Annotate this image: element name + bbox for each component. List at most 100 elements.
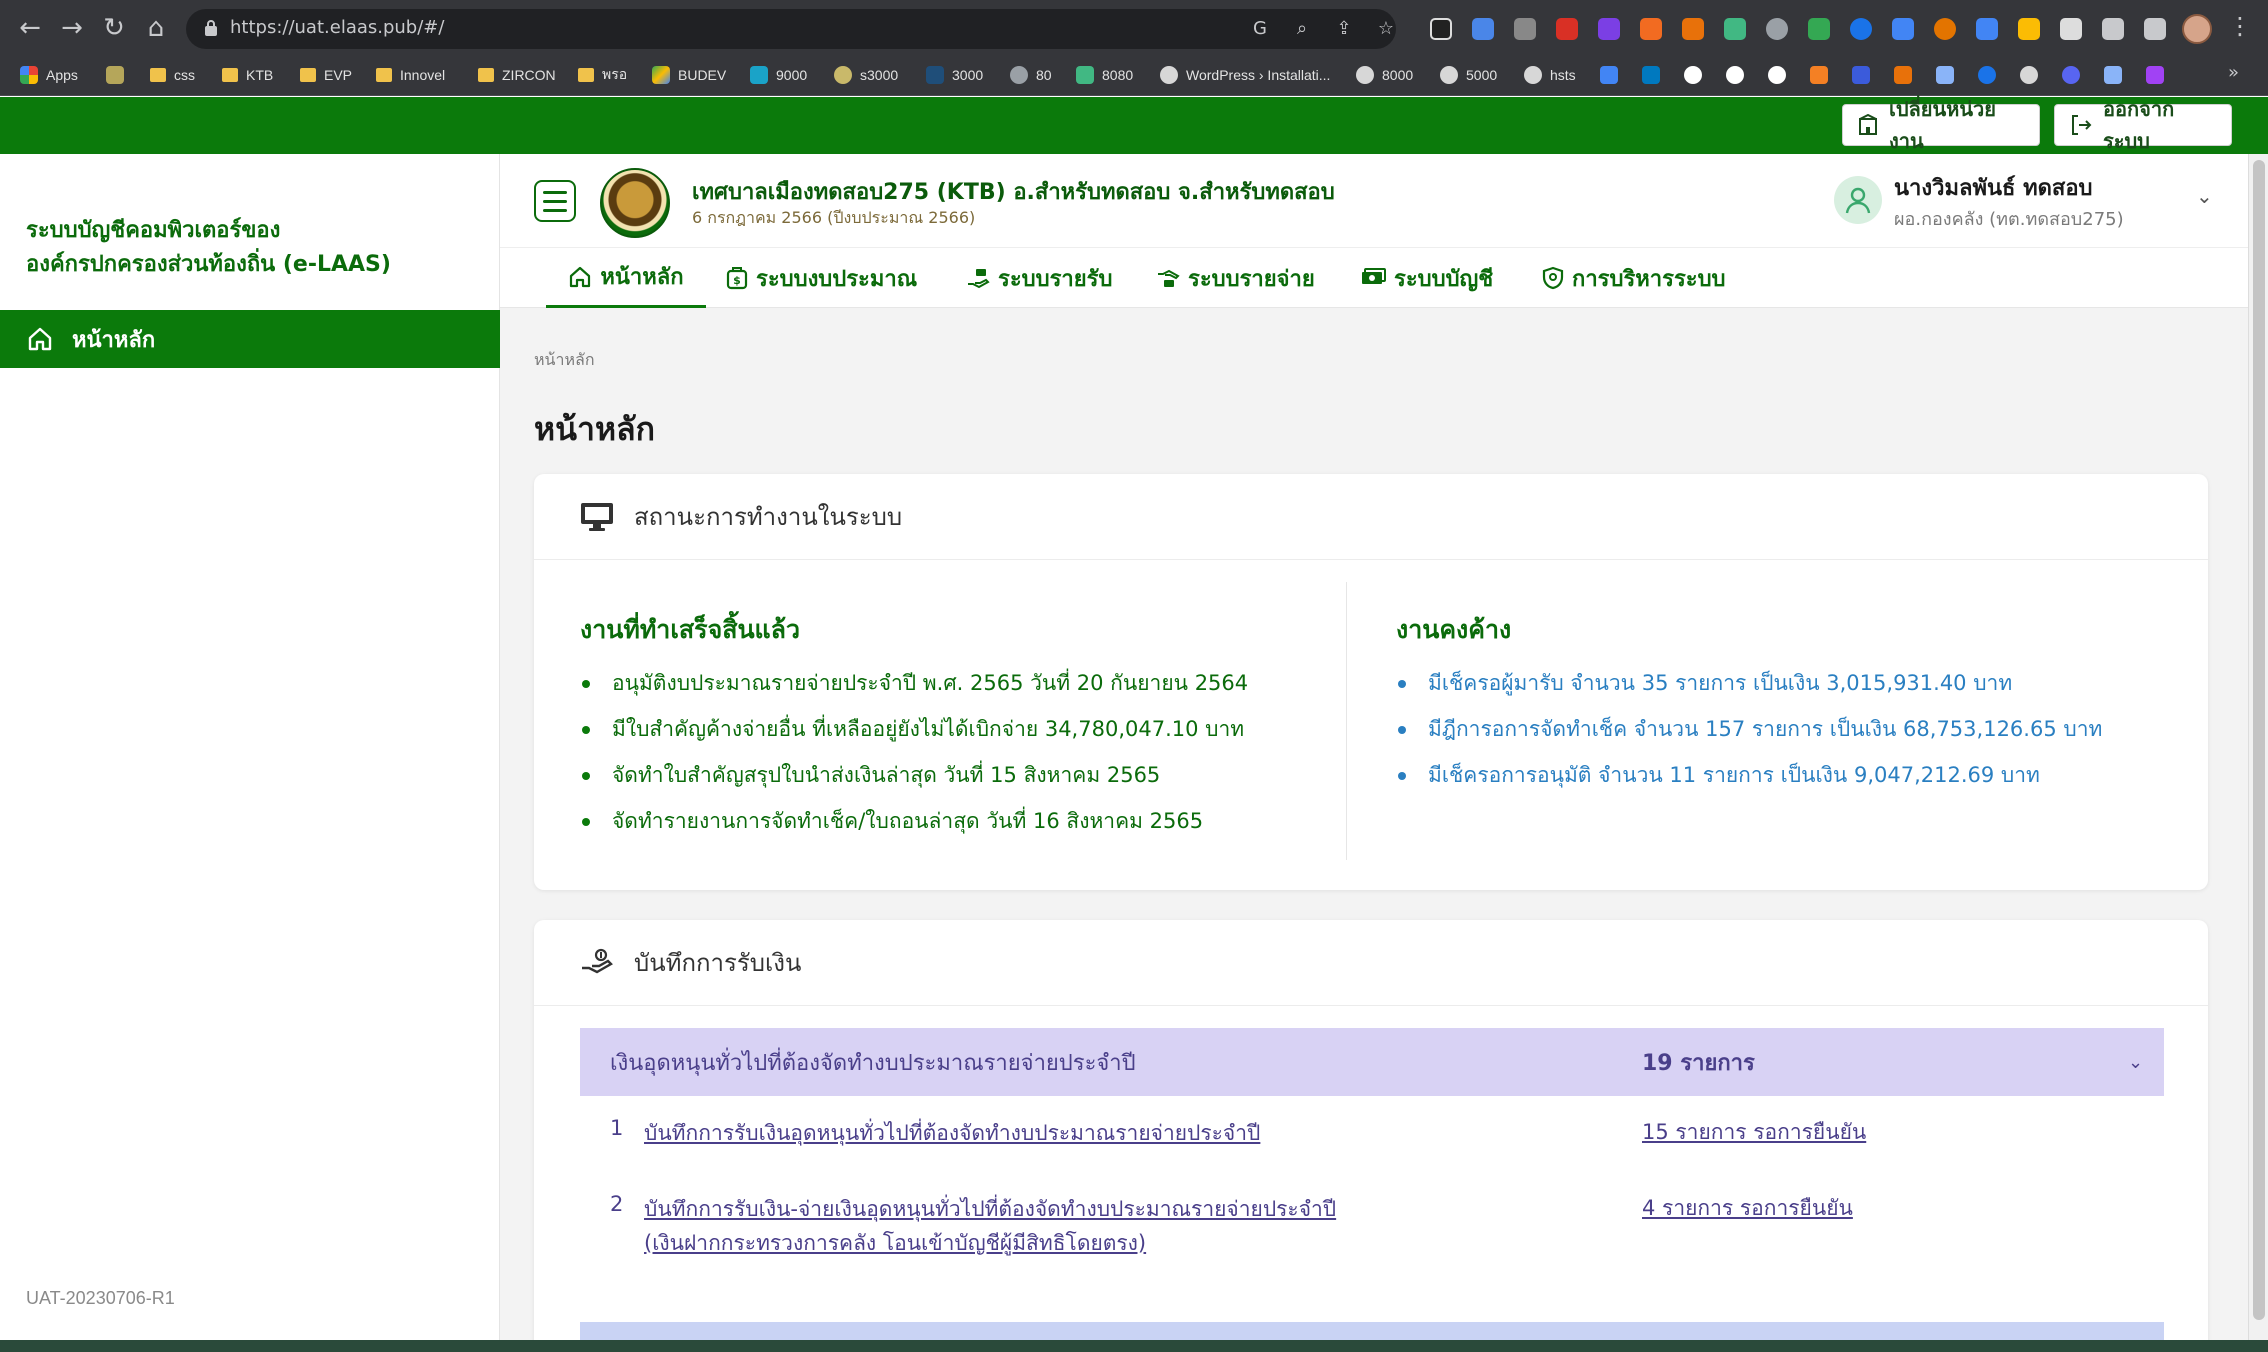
discord-icon[interactable] [2062,66,2080,84]
status-card: สถานะการทำงานในระบบ งานที่ทำเสร็จสิ้นแล้… [534,474,2208,890]
bookmark-css[interactable]: css [150,62,195,88]
bookmark-8080[interactable]: 8080 [1076,62,1133,88]
pending-count-link[interactable]: 15 รายการ รอการยืนยัน [1642,1116,1866,1149]
receipt-card-title: บันทึกการรับเงิน [634,949,802,977]
d-extension-icon[interactable] [1850,18,1872,40]
chevron-down-icon[interactable]: ⌄ [2196,184,2213,208]
tab-expense[interactable]: ระบบรายจ่าย [1156,248,1315,308]
bookmark-s3000[interactable]: s3000 [834,62,898,88]
vue-icon [1076,66,1094,84]
receipt-group-header-next[interactable] [580,1322,2164,1340]
stack-icon[interactable] [1810,66,1828,84]
shield-extension-icon[interactable] [1808,18,1830,40]
menu-toggle-button[interactable] [534,180,576,222]
k-icon [926,66,944,84]
more-bookmarks-icon[interactable]: » [2228,62,2239,83]
gauge-extension-icon[interactable] [1766,18,1788,40]
tab-budget[interactable]: $ ระบบงบประมาณ [726,248,917,308]
red-extension-icon[interactable] [1556,18,1578,40]
pen-extension-icon[interactable] [1430,18,1452,40]
share-icon[interactable]: ⇪ [1332,17,1356,41]
purple-app-icon[interactable] [2146,66,2164,84]
tab-home[interactable]: หน้าหลัก [546,248,706,308]
tab-label: ระบบงบประมาณ [756,266,918,292]
bookmark-cube[interactable] [106,62,124,88]
code-icon[interactable] [1894,66,1912,84]
receipt-link[interactable]: บันทึกการรับเงิน-จ่ายเงินอุดหนุนทั่วไปที… [644,1192,1336,1260]
bookmark-star-icon[interactable]: ☆ [1374,17,1398,41]
bookmark-porr[interactable]: พรอ [578,62,627,88]
bookmark-8000[interactable]: 8000 [1356,62,1413,88]
home-browser-icon[interactable]: ⌂ [138,10,174,46]
google-icon[interactable] [1768,66,1786,84]
google-icon[interactable] [1726,66,1744,84]
vue-extension-icon[interactable] [1724,18,1746,40]
purple-extension-icon[interactable] [1598,18,1620,40]
bookmark-budev[interactable]: BUDEV [652,62,726,88]
user-name[interactable]: นางวิมลพันธ์ ทดสอบ [1894,170,2093,205]
forward-icon[interactable]: → [54,10,90,46]
globe-icon [1524,66,1542,84]
list-item[interactable]: มีเช็ครอการอนุมัติ จำนวน 11 รายการ เป็นเ… [1396,752,2102,798]
list-item[interactable]: มีเช็ครอผู้มารับ จำนวน 35 รายการ เป็นเงิ… [1396,660,2102,706]
image-icon[interactable] [2104,66,2122,84]
bookmark-zircon[interactable]: ZIRCON [478,62,556,88]
gear-app-icon[interactable] [1852,66,1870,84]
puzzle-extensions-icon[interactable] [2102,18,2124,40]
address-bar[interactable]: https://uat.elaas.pub/#/ G ⌕ ⇪ ☆ [186,9,1396,49]
zoom-icon[interactable]: ⌕ [1290,17,1314,41]
page-scrollbar[interactable] [2248,154,2268,1340]
tab-accounting[interactable]: ระบบบัญชี [1360,248,1493,308]
receipt-group-header[interactable]: เงินอุดหนุนทั่วไปที่ต้องจัดทำงบประมาณราย… [580,1028,2164,1096]
clip-extension-icon[interactable] [2060,18,2082,40]
back-icon[interactable]: ← [12,10,48,46]
change-unit-button[interactable]: เปลี่ยนหน่วยงาน [1842,97,2040,153]
camera-extension-icon[interactable] [1514,18,1536,40]
google-lens-icon[interactable]: G [1248,17,1272,41]
globe-icon[interactable] [2020,66,2038,84]
pending-section-title: งานคงค้าง [1396,615,1512,644]
orange-extension-icon[interactable] [1640,18,1662,40]
translate-icon[interactable] [1600,66,1618,84]
google-icon[interactable] [1684,66,1702,84]
search-extension-icon[interactable] [1892,18,1914,40]
user-avatar[interactable] [1834,176,1882,224]
org-date: 6 กรกฎาคม 2566 (ปีงบประมาณ 2566) [692,208,976,227]
translate-extension-icon[interactable] [1472,18,1494,40]
bookmark-80[interactable]: 80 [1010,62,1052,88]
arc-icon[interactable] [1978,66,1996,84]
browser-menu-icon[interactable]: ⋮ [2228,12,2252,40]
bookmark-evp[interactable]: EVP [300,62,352,88]
change-unit-label: เปลี่ยนหน่วยงาน [1889,97,1996,153]
bookmark-innovel[interactable]: Innovel [376,62,445,88]
trello-icon[interactable] [1642,66,1660,84]
bookmark-5000[interactable]: 5000 [1440,62,1497,88]
list-item[interactable]: มีฎีการอการจัดทำเช็ค จำนวน 157 รายการ เป… [1396,706,2102,752]
bookmark-wordpress[interactable]: WordPress › Installati... [1160,62,1330,88]
sidepanel-icon[interactable] [2144,18,2166,40]
bookmark-9000[interactable]: 9000 [750,62,807,88]
receipt-link[interactable]: บันทึกการรับเงินอุดหนุนทั่วไปที่ต้องจัดท… [644,1116,1260,1150]
reload-icon[interactable]: ↻ [96,10,132,46]
fire-extension-icon[interactable] [1682,18,1704,40]
cloud-icon[interactable] [1936,66,1954,84]
doc-extension-icon[interactable] [1976,18,1998,40]
pending-count-link[interactable]: 4 รายการ รอการยืนยัน [1642,1192,1853,1225]
bookmark-3000[interactable]: 3000 [926,62,983,88]
bookmark-ktb[interactable]: KTB [222,62,273,88]
scrollbar-thumb[interactable] [2253,160,2265,1320]
bookmark-label: Apps [46,67,78,83]
logout-button[interactable]: ออกจากระบบ [2054,97,2232,153]
yellow-extension-icon[interactable] [2018,18,2040,40]
profile-avatar[interactable] [2182,14,2212,44]
bookmark-hsts[interactable]: hsts [1524,62,1576,88]
tab-admin[interactable]: การบริหารระบบ [1542,248,1726,308]
tab-income[interactable]: ระบบรายรับ [966,248,1112,308]
sidebar-item-home[interactable]: หน้าหลัก [0,310,500,368]
bookmark-apps[interactable]: Apps [20,62,78,88]
face-extension-icon[interactable] [1934,18,1956,40]
list-item: จัดทำรายงานการจัดทำเช็ค/ใบถอนล่าสุด วันท… [580,798,1248,844]
cube-icon [106,66,124,84]
breadcrumb[interactable]: หน้าหลัก [534,348,595,373]
chevron-down-icon[interactable]: ⌄ [2128,1052,2143,1073]
